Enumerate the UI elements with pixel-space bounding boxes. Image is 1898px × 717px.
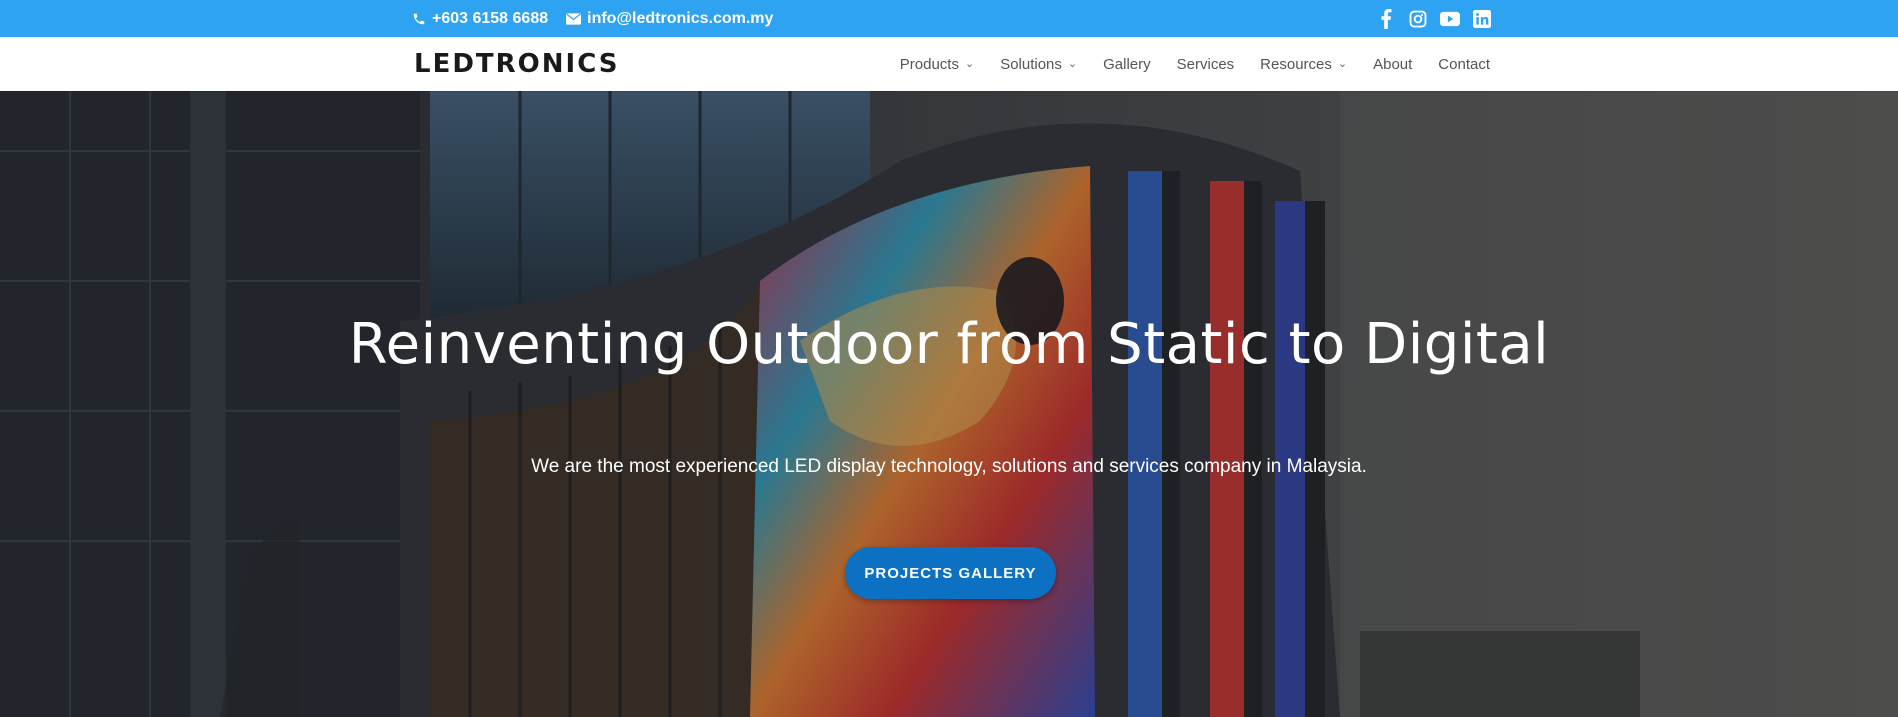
main-nav: Products ⌄ Solutions ⌄ Gallery Services … [900,37,1490,91]
social-links [1376,0,1492,37]
contact-info: +603 6158 6688 info@ledtronics.com.my [412,0,773,37]
logo-right: RONICS [495,49,620,79]
site-logo[interactable]: LEDTRONICS [414,49,620,79]
nav-contact[interactable]: Contact [1438,56,1490,73]
phone-icon [412,12,426,26]
hero-title: Reinventing Outdoor from Static to Digit… [348,312,1550,377]
main-header: LEDTRONICS Products ⌄ Solutions ⌄ Galler… [0,37,1898,91]
nav-label: Resources [1260,55,1332,73]
logo-left: LEDT [414,49,496,79]
nav-label: Services [1176,55,1235,73]
hero-section: Reinventing Outdoor from Static to Digit… [0,91,1898,717]
instagram-icon[interactable] [1408,9,1428,29]
nav-services[interactable]: Services [1177,56,1235,73]
chevron-down-icon: ⌄ [1337,57,1348,70]
email-address: info@ledtronics.com.my [587,9,774,27]
youtube-icon[interactable] [1440,9,1460,29]
envelope-icon [566,12,582,25]
linkedin-icon[interactable] [1472,9,1492,29]
chevron-down-icon: ⌄ [1067,57,1078,70]
nav-label: Contact [1438,55,1490,73]
top-bar: +603 6158 6688 info@ledtronics.com.my [0,0,1898,37]
nav-label: Products [899,55,959,73]
hero-subtitle: We are the most experienced LED display … [531,456,1367,477]
nav-gallery[interactable]: Gallery [1103,56,1151,73]
nav-label: Solutions [1000,55,1062,73]
phone-number: +603 6158 6688 [432,9,549,27]
nav-about[interactable]: About [1373,56,1412,73]
phone-link[interactable]: +603 6158 6688 [412,10,548,28]
projects-gallery-button[interactable]: PROJECTS GALLERY [845,547,1056,599]
nav-solutions[interactable]: Solutions ⌄ [1000,56,1077,73]
chevron-down-icon: ⌄ [964,57,975,70]
hero-overlay [0,91,1898,717]
facebook-icon[interactable] [1376,8,1396,29]
nav-label: About [1373,55,1413,73]
email-link[interactable]: info@ledtronics.com.my [566,10,773,28]
nav-products[interactable]: Products ⌄ [900,56,974,73]
nav-resources[interactable]: Resources ⌄ [1260,56,1347,73]
nav-label: Gallery [1103,55,1151,73]
